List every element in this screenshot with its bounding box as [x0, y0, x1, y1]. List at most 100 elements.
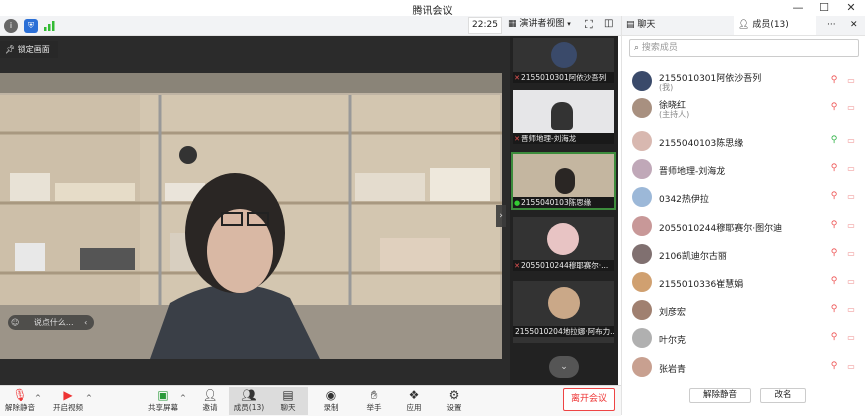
- camera-off-icon[interactable]: ▭: [845, 164, 857, 174]
- share-screen-label: 共享屏幕: [148, 403, 178, 412]
- view-mode-select[interactable]: ▦ 演讲者视图 ▾: [508, 17, 576, 32]
- list-item[interactable]: 徐晓红 (主持人) ⚲ ▭: [622, 96, 865, 121]
- thumbnail-name: 2155010301阿依沙吾列: [521, 73, 607, 82]
- member-role: (我): [659, 83, 674, 92]
- side-panel: ▤ 聊天 👤︎ 成员(13) ··· ✕ ⌕ 搜索成员 2155010301阿依…: [621, 16, 865, 415]
- add-user-icon: 👤︎: [202, 388, 218, 402]
- close-icon[interactable]: ✕: [840, 0, 862, 16]
- thumbnail-tile[interactable]: ✕2155010301阿依沙吾列: [513, 38, 614, 83]
- share-options-chevron-icon[interactable]: ^: [180, 394, 186, 402]
- tab-members[interactable]: 👤︎ 成员(13): [734, 16, 816, 35]
- camera-off-icon[interactable]: ▭: [845, 277, 857, 287]
- list-item[interactable]: 2155010336崔慧娟 ⚲ ▭: [622, 270, 865, 295]
- chat-icon: ▤: [282, 388, 294, 402]
- thumbnail-tile[interactable]: ✕晋师地理-刘海龙: [513, 90, 614, 144]
- mic-muted-icon[interactable]: ⚲: [829, 191, 839, 203]
- list-item[interactable]: 2106凯迪尔古丽 ⚲ ▭: [622, 242, 865, 267]
- member-name: 2055010244穆耶赛尔·图尔迪: [659, 224, 783, 234]
- camera-off-icon[interactable]: ▭: [845, 305, 857, 315]
- hand-icon: ✋︎: [370, 388, 378, 402]
- raise-hand-button[interactable]: ✋︎ 举手: [354, 387, 394, 415]
- audio-options-chevron-icon[interactable]: ^: [35, 394, 41, 402]
- start-video-button[interactable]: ▶ 开启视频: [48, 387, 88, 415]
- list-item[interactable]: 张岩青 ⚲ ▭: [622, 355, 865, 379]
- list-item[interactable]: 2155010301阿依沙吾列 (我) ⚲ ▭: [622, 69, 865, 94]
- mic-muted-icon[interactable]: ⚲: [829, 163, 839, 175]
- mic-muted-icon[interactable]: ⚲: [829, 220, 839, 232]
- unmute-button[interactable]: 🎙︎ 解除静音: [0, 387, 40, 415]
- share-screen-button[interactable]: ▣ 共享屏幕: [143, 387, 183, 415]
- thumbnail-name: 2055010244穆耶赛尔·...: [521, 261, 609, 270]
- unmute-all-button[interactable]: 解除静音: [689, 388, 751, 403]
- rename-button[interactable]: 改名: [760, 388, 806, 403]
- title-bar: 腾讯会议 — ☐ ✕: [0, 0, 865, 17]
- member-list: 2155010301阿依沙吾列 (我) ⚲ ▭ 徐晓红 (主持人) ⚲ ▭ 21…: [622, 69, 865, 379]
- mic-muted-icon[interactable]: ⚲: [829, 75, 839, 87]
- lock-view-button[interactable]: 📌︎ 锁定画面: [0, 41, 58, 58]
- tab-chat[interactable]: ▤ 聊天: [626, 16, 655, 35]
- members-label: 成员(13): [233, 403, 265, 412]
- leave-meeting-button[interactable]: 离开会议: [563, 388, 615, 411]
- maximize-icon[interactable]: ☐: [813, 0, 835, 16]
- minimize-icon[interactable]: —: [787, 0, 809, 16]
- chat-input-bar[interactable]: ☺ 说点什么... ‹: [8, 315, 94, 330]
- list-item[interactable]: 刘彦宏 ⚲ ▭: [622, 298, 865, 323]
- settings-button[interactable]: ⚙ 设置: [434, 387, 474, 415]
- mic-muted-icon[interactable]: ⚲: [829, 304, 839, 316]
- members-button[interactable]: 👥︎ 成员(13): [229, 387, 269, 415]
- mic-muted-icon[interactable]: ⚲: [829, 361, 839, 373]
- list-item[interactable]: 0342热伊拉 ⚲ ▭: [622, 185, 865, 210]
- more-icon[interactable]: ···: [827, 16, 836, 35]
- security-shield-icon[interactable]: ⛨: [24, 19, 38, 33]
- avatar: [632, 272, 652, 292]
- mic-muted-icon: 🎙︎: [12, 388, 28, 402]
- start-video-label: 开启视频: [53, 403, 83, 412]
- thumbnail-tile[interactable]: 2155010204地拉娜·阿布力...: [513, 281, 614, 343]
- invite-button[interactable]: 👤︎ 邀请: [190, 387, 230, 415]
- apps-icon: ❖: [408, 388, 420, 402]
- mic-muted-icon[interactable]: ⚲: [829, 248, 839, 260]
- signal-icon[interactable]: [44, 20, 56, 31]
- chat-button[interactable]: ▤ 聊天: [268, 387, 308, 415]
- mic-on-icon[interactable]: ⚲: [829, 135, 839, 147]
- camera-off-icon[interactable]: ▭: [845, 103, 857, 113]
- chevron-down-icon: ⌄: [560, 362, 568, 372]
- participant-thumbnails: ⌃ ✕2155010301阿依沙吾列 ✕晋师地理-刘海龙 ●2155040103…: [510, 36, 618, 385]
- collapse-thumbnails-button[interactable]: ›: [496, 205, 506, 227]
- thumbnail-tile[interactable]: ●2155040103陈思缘: [511, 152, 616, 210]
- fullscreen-icon[interactable]: ⛶: [585, 18, 593, 32]
- apps-button[interactable]: ❖ 应用: [394, 387, 434, 415]
- list-item[interactable]: 2155040103陈思缘 ⚲ ▭: [622, 129, 865, 154]
- member-name: 晋师地理-刘海龙: [659, 167, 726, 177]
- camera-off-icon[interactable]: ▭: [845, 192, 857, 202]
- camera-off-icon[interactable]: ▭: [845, 333, 857, 343]
- camera-off-icon[interactable]: ▭: [845, 249, 857, 259]
- avatar: [547, 223, 579, 255]
- info-icon[interactable]: i: [4, 19, 18, 33]
- camera-off-icon[interactable]: ▭: [845, 76, 857, 86]
- thumbnail-tile[interactable]: ✕2055010244穆耶赛尔·...: [513, 217, 614, 271]
- camera-off-icon[interactable]: ▭: [845, 362, 857, 372]
- list-item[interactable]: 叶尔克 ⚲ ▭: [622, 326, 865, 351]
- avatar: [632, 357, 652, 377]
- camera-off-icon[interactable]: ▭: [845, 136, 857, 146]
- close-panel-icon[interactable]: ✕: [850, 16, 858, 35]
- mic-muted-icon[interactable]: ⚲: [829, 332, 839, 344]
- member-search-input[interactable]: ⌕ 搜索成员: [629, 39, 859, 57]
- avatar: [632, 300, 652, 320]
- camera-off-icon[interactable]: ▭: [845, 221, 857, 231]
- video-options-chevron-icon[interactable]: ^: [86, 394, 92, 402]
- list-item[interactable]: 晋师地理-刘海龙 ⚲ ▭: [622, 157, 865, 182]
- mic-muted-icon[interactable]: ⚲: [829, 102, 839, 114]
- mic-muted-icon[interactable]: ⚲: [829, 276, 839, 288]
- gear-icon: ⚙: [448, 388, 460, 402]
- sidebar-toggle-icon[interactable]: ◫: [604, 18, 613, 29]
- avatar: [632, 98, 652, 118]
- list-item[interactable]: 2055010244穆耶赛尔·图尔迪 ⚲ ▭: [622, 214, 865, 239]
- scroll-down-button[interactable]: ⌄: [549, 356, 579, 378]
- emoji-icon[interactable]: ☺: [11, 318, 19, 327]
- member-name: 2155010336崔慧娟: [659, 280, 744, 290]
- thumbnail-name: 2155040103陈思缘: [521, 198, 592, 207]
- chevron-left-icon[interactable]: ‹: [84, 318, 87, 327]
- record-button[interactable]: ◉ 录制: [311, 387, 351, 415]
